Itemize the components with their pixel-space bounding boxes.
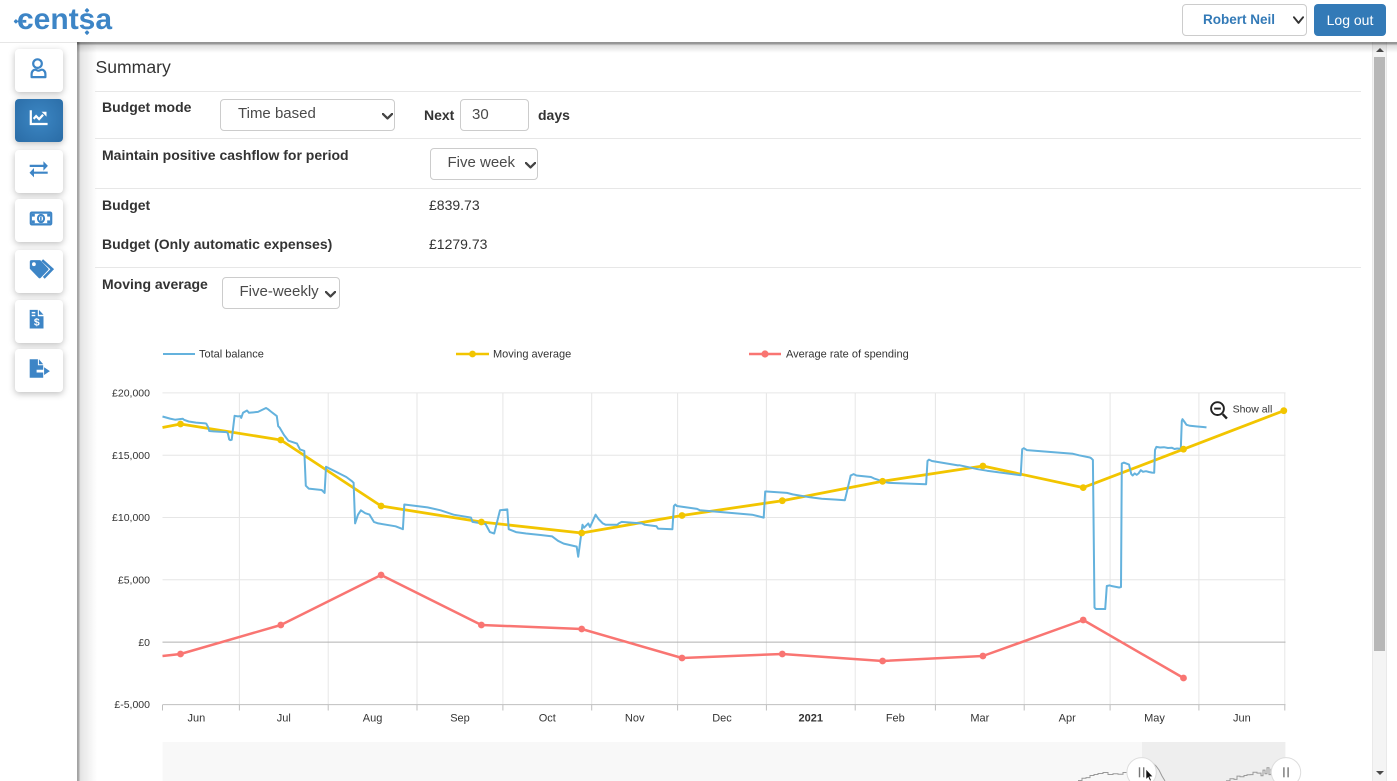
svg-text:Dec: Dec [712,713,732,725]
svg-text:£0: £0 [138,637,150,649]
svg-text:Moving average: Moving average [493,349,571,361]
svg-text:Nov: Nov [625,713,645,725]
svg-text:£20,000: £20,000 [112,388,150,400]
svg-text:Sep: Sep [450,713,470,725]
svg-text:Average rate of spending: Average rate of spending [786,349,909,361]
svg-text:£-5,000: £-5,000 [114,699,150,711]
svg-text:Jun: Jun [1233,713,1251,725]
svg-text:2021: 2021 [799,713,823,725]
svg-text:£15,000: £15,000 [112,450,150,462]
svg-text:Feb: Feb [886,713,905,725]
svg-text:£5,000: £5,000 [118,575,150,587]
svg-text:Jul: Jul [277,713,291,725]
svg-text:Show all: Show all [1233,403,1273,415]
svg-text:£10,000: £10,000 [112,512,150,524]
svg-text:Mar: Mar [970,713,989,725]
svg-text:Oct: Oct [539,713,556,725]
svg-text:May: May [1144,713,1165,725]
svg-text:Aug: Aug [363,713,383,725]
svg-text:Apr: Apr [1059,713,1076,725]
svg-text:Jun: Jun [188,713,206,725]
svg-text:Total balance: Total balance [199,349,264,361]
